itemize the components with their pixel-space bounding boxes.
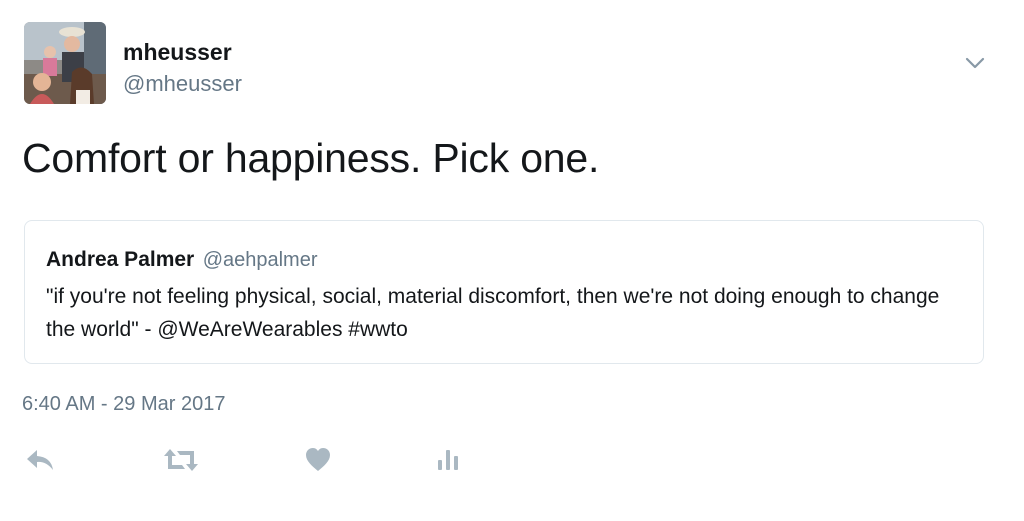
more-options-button[interactable] <box>962 50 988 76</box>
quoted-tweet-card[interactable]: Andrea Palmer @aehpalmer "if you're not … <box>24 220 984 364</box>
analytics-icon <box>438 450 458 470</box>
tweet-text: Comfort or happiness. Pick one. <box>22 135 600 181</box>
quoted-author-handle: @aehpalmer <box>202 249 318 271</box>
author-display-name[interactable]: mheusser <box>123 38 232 66</box>
author-screen-name[interactable]: @mheusser <box>123 70 242 98</box>
avatar-photo <box>24 22 106 104</box>
retweet-icon <box>164 449 198 471</box>
avatar[interactable] <box>24 22 106 104</box>
heart-icon <box>306 448 330 471</box>
quoted-tweet-header: Andrea Palmer @aehpalmer <box>46 245 318 277</box>
quoted-tweet-text: "if you're not feeling physical, social,… <box>46 285 940 341</box>
tweet-timestamp[interactable]: 6:40 AM - 29 Mar 2017 <box>22 390 225 418</box>
reply-button[interactable] <box>24 444 56 476</box>
chevron-down-icon <box>965 57 985 69</box>
analytics-button[interactable] <box>437 444 461 476</box>
like-button[interactable] <box>304 444 332 476</box>
retweet-button[interactable] <box>162 444 200 476</box>
reply-icon <box>27 450 53 470</box>
quoted-author-name: Andrea Palmer <box>46 248 195 271</box>
